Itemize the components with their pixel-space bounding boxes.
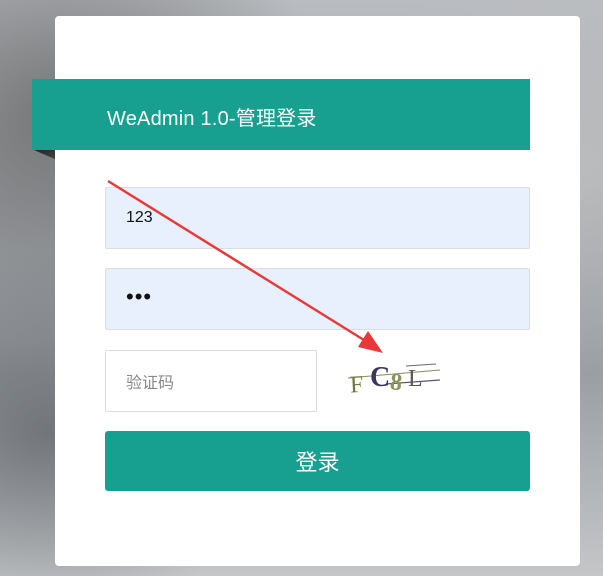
captcha-image[interactable]: F C 8 L — [346, 356, 442, 400]
password-field[interactable]: ••• — [105, 268, 530, 330]
captcha-placeholder: 验证码 — [126, 375, 175, 392]
captcha-input[interactable]: 验证码 — [105, 350, 317, 412]
password-value: ••• — [126, 283, 153, 309]
captcha-char: L — [408, 366, 423, 392]
captcha-char: 8 — [389, 369, 404, 396]
ribbon-fold — [32, 149, 55, 159]
captcha-char: F — [349, 372, 364, 399]
username-value: 123 — [126, 209, 153, 226]
login-header: WeAdmin 1.0-管理登录 — [32, 79, 530, 150]
username-field[interactable]: 123 — [105, 187, 530, 249]
login-button-label: 登录 — [295, 450, 340, 475]
page-title: WeAdmin 1.0-管理登录 — [107, 108, 317, 130]
login-button[interactable]: 登录 — [105, 431, 530, 491]
captcha-char: C — [370, 362, 390, 393]
